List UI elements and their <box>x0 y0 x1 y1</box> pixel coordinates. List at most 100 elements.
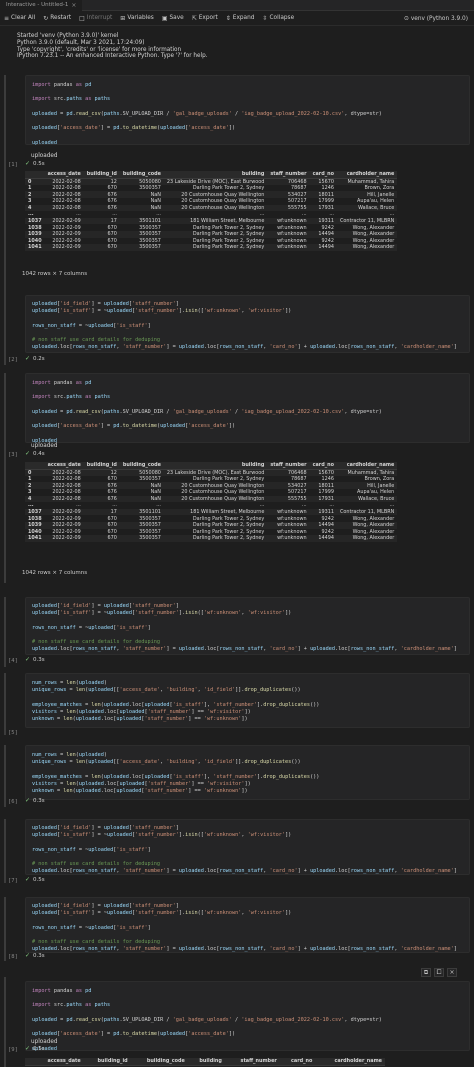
code-editor[interactable]: import pandas as pd import src.paths as … <box>25 373 470 444</box>
table-cell: ... <box>28 502 34 509</box>
table-cell: Darling Park Tower 2, Sydney <box>163 521 268 529</box>
table-cell: 20 Customhouse Quay Wellington <box>163 191 268 198</box>
table-cell: wf:unknown <box>267 230 310 238</box>
delete-icon[interactable]: × <box>447 968 457 977</box>
tab-interactive[interactable]: Interactive - Untitled-1 × <box>0 0 83 11</box>
table-cell: 5050080 <box>119 178 164 185</box>
exec-time: 0.5s <box>33 160 45 167</box>
cell-3[interactable]: import pandas as pd import src.paths as … <box>0 373 474 583</box>
save-button[interactable]: ▣ Save <box>162 15 184 22</box>
table-cell: ... <box>301 211 307 218</box>
column-header: building <box>163 462 268 470</box>
kernel-picker[interactable]: ⊙ venv (Python 3.9.0) <box>404 11 468 26</box>
code-editor[interactable]: num_rows = len(uploaded) unique_rows = l… <box>25 673 470 728</box>
code-editor[interactable]: uploaded['id_field'] = uploaded['staff_n… <box>25 819 470 875</box>
goto-code-icon[interactable]: ⧠ <box>434 968 444 977</box>
close-icon[interactable]: × <box>71 2 76 9</box>
table-row: 2 2022-02-08 676 NaN 20 Customhouse Quay Wel… <box>25 482 398 489</box>
export-button[interactable]: ⇱ Export <box>192 15 218 22</box>
table-row: 1040 2022-02-09 670 3500357 Darling Park Tow… <box>25 529 397 536</box>
table-cell: 1039 <box>25 230 45 238</box>
table-cell: 3 <box>28 198 32 205</box>
table-row: 1038 2022-02-09 670 3500357 Darling Park Tow… <box>25 224 397 231</box>
table-cell: Darling Park Tower 2, Sydney <box>192 224 265 231</box>
export-label: Export <box>198 15 218 21</box>
restart-button[interactable]: ↻ Restart <box>43 15 71 22</box>
code-editor[interactable]: uploaded['id_field'] = uploaded['staff_n… <box>25 295 470 353</box>
table-row: 3 2022-02-08 676 NaN 20 Customhouse Quay Wel… <box>25 198 397 205</box>
code-editor[interactable]: import pandas as pd import src.paths as … <box>25 981 470 1052</box>
cell-9[interactable]: ⧉ ⧠ × import pandas as pd import src.pat… <box>0 968 474 1067</box>
banner-line: IPython 7.23.1 -- An enhanced Interactiv… <box>17 53 208 60</box>
clear-all-button[interactable]: ≡ Clear All <box>4 15 35 22</box>
table-cell: Contractor 11, MLBRN <box>336 217 398 225</box>
check-icon: ✓ <box>25 797 31 804</box>
table-cell: Wallace, Bruce <box>336 495 398 503</box>
table-cell: 23 Lakeside Drive (MOC), East Burwood <box>163 469 268 476</box>
table-cell: 2022-02-08 <box>52 476 81 483</box>
table-cell: wf:unknown <box>277 237 307 244</box>
variables-button[interactable]: ⊞ Variables <box>120 15 154 22</box>
cell-5[interactable]: num_rows = len(uploaded) unique_rows = l… <box>0 673 474 736</box>
code-editor[interactable]: import pandas as pd import src.paths as … <box>25 75 470 146</box>
table-cell: ... <box>329 211 334 218</box>
table-cell: ... <box>259 211 265 218</box>
column-header <box>25 171 45 179</box>
interrupt-button[interactable]: □ Interrupt <box>79 15 112 22</box>
table-cell: wf:unknown <box>277 224 307 231</box>
table-cell: 14494 <box>309 521 337 529</box>
table-cell: 670 <box>83 230 120 238</box>
table-cell: 534027 <box>267 482 310 489</box>
save-label: Save <box>169 15 184 21</box>
table-cell: 181 William Street, Melbourne <box>163 217 268 225</box>
table-cell: Wong, Alexander <box>336 521 398 529</box>
table-cell: 676 <box>83 204 120 212</box>
table-cell: 670 <box>107 515 117 522</box>
banner-line: Python 3.9.0 (default, Mar 3 2021, 17:24… <box>17 39 145 46</box>
code-editor[interactable]: uploaded['id_field'] = uploaded['staff_n… <box>25 597 470 655</box>
cell-4[interactable]: uploaded['id_field'] = uploaded['staff_n… <box>0 597 474 667</box>
table-row: 4 2022-02-08 676 NaN 20 Customhouse Quay Wel… <box>25 495 398 503</box>
table-cell: 78687 <box>291 185 307 192</box>
table-cell: 2022-02-08 <box>44 204 84 212</box>
table-cell: Wong, Alexander <box>336 535 398 542</box>
expand-button[interactable]: ⇕ Expand <box>226 15 255 22</box>
table-cell: ... <box>389 502 395 509</box>
code-editor[interactable]: num_rows = len(uploaded) unique_rows = l… <box>25 745 470 800</box>
table-cell: 17931 <box>309 204 337 212</box>
cell-focus-bar <box>4 597 6 667</box>
copy-icon[interactable]: ⧉ <box>421 968 431 977</box>
cell-6[interactable]: num_rows = len(uploaded) unique_rows = l… <box>0 745 474 807</box>
table-cell: 181 William Street, Melbourne <box>163 508 268 516</box>
expand-icon: ⇕ <box>225 14 231 22</box>
table-cell: 2022-02-08 <box>44 482 84 489</box>
execution-count: [9] <box>8 1047 18 1053</box>
cell-7[interactable]: uploaded['id_field'] = uploaded['staff_n… <box>0 819 474 884</box>
code-editor[interactable]: uploaded['id_field'] = uploaded['staff_n… <box>25 897 470 953</box>
table-cell: 19311 <box>309 508 337 516</box>
check-icon: ✓ <box>25 656 31 663</box>
cell-2[interactable]: uploaded['id_field'] = uploaded['staff_n… <box>0 295 474 365</box>
column-header: building <box>163 171 268 179</box>
cell-1[interactable]: import pandas as pd import src.paths as … <box>0 75 474 325</box>
table-cell: 3 <box>28 489 32 496</box>
column-header: building_id <box>83 1058 131 1066</box>
cell-8[interactable]: uploaded['id_field'] = uploaded['staff_n… <box>0 897 474 961</box>
dataframe-table-partial: access_date building_id building_code build… <box>25 1058 385 1066</box>
exec-time: 0.3s <box>33 952 45 959</box>
column-header: building <box>187 1058 225 1066</box>
table-cell: 14494 <box>309 535 337 542</box>
table-cell: 3501101 <box>119 217 164 225</box>
exec-time: 0.4s <box>33 450 45 457</box>
table-cell: Hill, Janelle <box>336 482 398 489</box>
table-cell: 20 Customhouse Quay Wellington <box>181 198 265 205</box>
table-cell: ... <box>156 211 161 218</box>
collapse-button[interactable]: ⇳ Collapse <box>262 15 294 22</box>
variables-icon: ⊞ <box>120 14 126 22</box>
table-cell: 1037 <box>25 508 45 516</box>
cell-focus-bar <box>4 745 6 807</box>
table-row: 4 2022-02-08 676 NaN 20 Customhouse Quay Wel… <box>25 204 398 212</box>
table-header-row: access_date building_id building_code build… <box>25 1058 385 1066</box>
exec-time: 0.3s <box>33 656 45 663</box>
table-cell: 17999 <box>318 489 334 496</box>
